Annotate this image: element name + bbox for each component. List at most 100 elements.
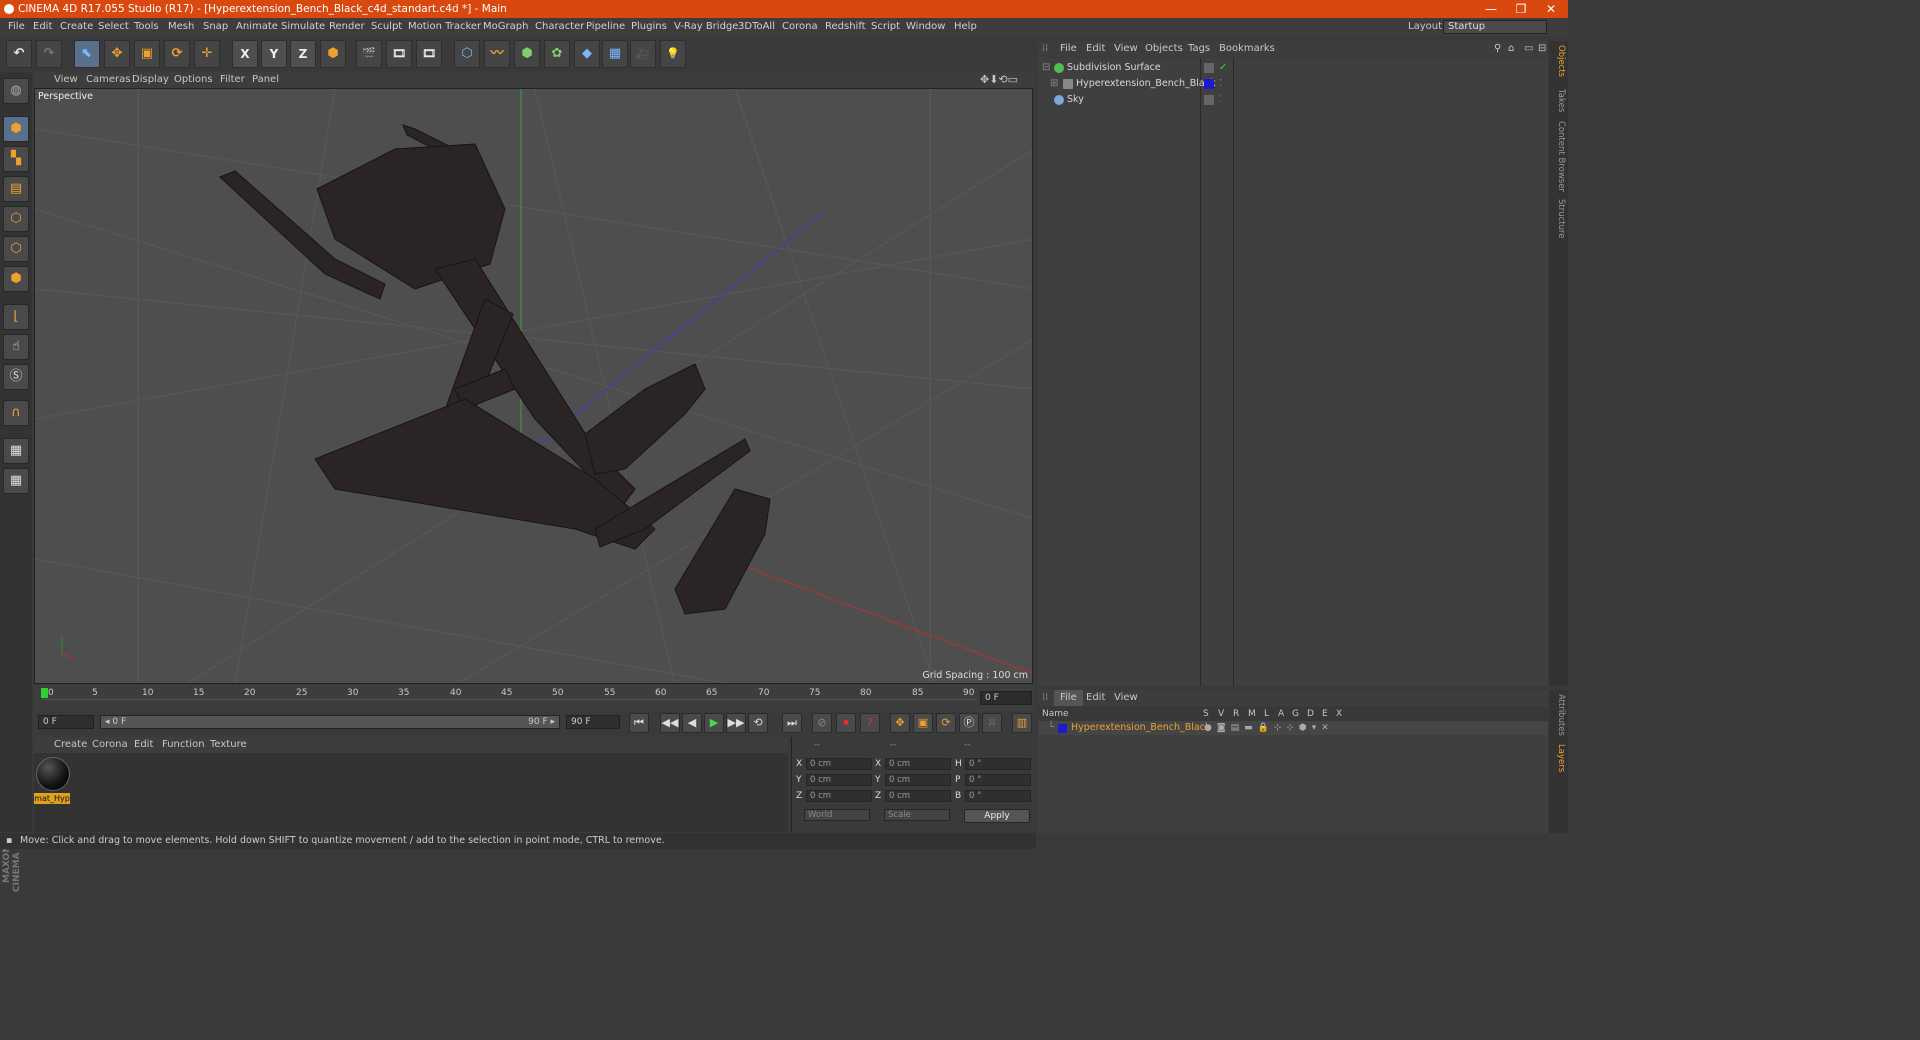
z-axis-lock-icon[interactable]: Z [290, 40, 316, 68]
viewport-navigation-icon[interactable]: ✥⬇⟲▭ [980, 72, 1018, 88]
model-mode-icon[interactable]: ⬢ [3, 116, 29, 142]
object-name[interactable]: Subdivision Surface [1067, 60, 1161, 76]
key-rotation-icon[interactable]: ⟳ [936, 713, 956, 733]
layer-tag-icon[interactable] [1204, 95, 1214, 105]
previous-frame-icon[interactable]: ◀ [682, 713, 702, 733]
planar-workplane-icon[interactable]: ▦ [3, 468, 29, 494]
rotate-tool-icon[interactable]: ⟳ [164, 40, 190, 68]
layer-col-solo[interactable]: S [1203, 707, 1209, 721]
layer-col-manager[interactable]: M [1248, 707, 1256, 721]
viewport-menu-display[interactable]: Display [132, 72, 169, 88]
coordinate-type-select[interactable]: Scale [884, 809, 950, 821]
material-name-label[interactable]: mat_Hyp [34, 793, 70, 804]
layout-select[interactable]: Startup [1443, 20, 1547, 34]
rotation-h-field[interactable]: 0 ° [965, 758, 1031, 770]
menu-snap[interactable]: Snap [203, 18, 228, 36]
objects-menu-bookmarks[interactable]: Bookmarks [1219, 41, 1275, 57]
home-icon[interactable]: ⌂ [1508, 41, 1514, 57]
timeline-window-icon[interactable]: ▥ [1012, 713, 1032, 733]
objects-menu-edit[interactable]: Edit [1086, 41, 1105, 57]
layers-menu-edit[interactable]: Edit [1086, 690, 1105, 706]
restore-button[interactable]: ❐ [1506, 0, 1536, 18]
light-icon[interactable]: 💡 [660, 40, 686, 68]
axis-mode-icon[interactable]: ⌊ [3, 304, 29, 330]
texture-mode-icon[interactable]: ▚ [3, 146, 29, 172]
layer-tag-icon[interactable] [1204, 63, 1214, 73]
current-frame-field[interactable]: 0 F [980, 691, 1032, 705]
start-frame-field[interactable]: 0 F [38, 715, 94, 729]
collapse-icon[interactable]: ⊟ [1042, 60, 1050, 76]
layer-col-locked[interactable]: L [1264, 707, 1269, 721]
apply-button[interactable]: Apply [964, 809, 1030, 823]
expand-panel-icon[interactable]: ⊟ [1538, 41, 1546, 57]
menu-render[interactable]: Render [329, 18, 365, 36]
menu-create[interactable]: Create [60, 18, 93, 36]
search-icon[interactable]: ⚲ [1494, 41, 1501, 57]
key-position-icon[interactable]: ✥ [890, 713, 910, 733]
viewport-menu-options[interactable]: Options [174, 72, 213, 88]
viewport-menu-filter[interactable]: Filter [220, 72, 245, 88]
polygons-mode-icon[interactable]: ⬢ [3, 266, 29, 292]
key-pla-icon[interactable]: ⁙ [982, 713, 1002, 733]
record-keyframe-icon[interactable]: ⊘ [812, 713, 832, 733]
menu-tools[interactable]: Tools [134, 18, 159, 36]
end-frame-field[interactable]: 90 F [566, 715, 620, 729]
go-to-start-icon[interactable]: ⏮ [629, 713, 649, 733]
objects-menu-tags[interactable]: Tags [1188, 41, 1210, 57]
position-y-field[interactable]: 0 cm [806, 774, 872, 786]
layer-color-icon[interactable] [1204, 79, 1214, 89]
material-menu-corona[interactable]: Corona [92, 737, 128, 753]
edges-mode-icon[interactable]: ⬡ [3, 236, 29, 262]
autokey-icon[interactable]: ⏺ [836, 713, 856, 733]
tweak-mode-icon[interactable]: ☝ [3, 334, 29, 360]
render-view-icon[interactable]: 🎬 [356, 40, 382, 68]
make-editable-icon[interactable]: ◍ [3, 78, 29, 104]
frame-range-slider[interactable]: ◂ 0 F 90 F ▸ [100, 715, 560, 729]
menu-file[interactable]: File [8, 18, 25, 36]
menu-mesh[interactable]: Mesh [168, 18, 194, 36]
material-menu-edit[interactable]: Edit [134, 737, 153, 753]
spline-pen-icon[interactable]: 〰 [484, 40, 510, 68]
enabled-check-icon[interactable]: ✓ [1219, 60, 1227, 76]
layer-col-render[interactable]: R [1233, 707, 1239, 721]
live-selection-icon[interactable]: ⬉ [74, 40, 100, 68]
object-row-subdivision-surface[interactable]: ⊟ Subdivision Surface ✓ [1038, 60, 1548, 76]
viewport-menu-view[interactable]: View [54, 72, 78, 88]
viewport-menu-panel[interactable]: Panel [252, 72, 279, 88]
menu-corona[interactable]: Corona [782, 18, 818, 36]
render-picture-viewer-icon[interactable]: 🎞 [386, 40, 412, 68]
menu-character[interactable]: Character [535, 18, 584, 36]
timeline-ruler[interactable]: 0 5 10 15 20 25 30 35 40 45 50 55 60 65 … [34, 685, 1034, 712]
menu-simulate[interactable]: Simulate [281, 18, 325, 36]
redo-icon[interactable]: ↷ [36, 40, 62, 68]
floor-scene-icon[interactable]: ▦ [602, 40, 628, 68]
menu-help[interactable]: Help [954, 18, 977, 36]
menu-mograph[interactable]: MoGraph [483, 18, 528, 36]
layer-col-deformers[interactable]: D [1307, 707, 1314, 721]
menu-pipeline[interactable]: Pipeline [586, 18, 625, 36]
tab-attributes[interactable]: Attributes [1551, 694, 1566, 736]
coordinate-system-icon[interactable]: ⬢ [320, 40, 346, 68]
solo-mode-icon[interactable]: Ⓢ [3, 364, 29, 390]
move-tool-icon[interactable]: ✥ [104, 40, 130, 68]
size-y-field[interactable]: 0 cm [885, 774, 951, 786]
tab-takes[interactable]: Takes [1551, 89, 1566, 112]
camera-icon[interactable]: 🎥 [630, 40, 656, 68]
tab-objects[interactable]: Objects [1551, 45, 1566, 77]
menu-sculpt[interactable]: Sculpt [371, 18, 402, 36]
subdivision-generator-icon[interactable]: ⬢ [514, 40, 540, 68]
expand-icon[interactable]: ⊞ [1050, 76, 1058, 92]
deformer-icon[interactable]: ◆ [574, 40, 600, 68]
menu-redshift[interactable]: Redshift [825, 18, 866, 36]
position-x-field[interactable]: 0 cm [806, 758, 872, 770]
tab-structure[interactable]: Structure [1551, 199, 1566, 239]
layer-toggles-icon[interactable]: ●◙▤▬🔒⊹⊹⬢▾✕ [1204, 721, 1334, 735]
object-name[interactable]: Sky [1067, 92, 1084, 108]
visibility-dots-icon[interactable]: ⁚ [1219, 92, 1222, 108]
y-axis-lock-icon[interactable]: Y [261, 40, 287, 68]
material-menu-texture[interactable]: Texture [210, 737, 247, 753]
size-x-field[interactable]: 0 cm [885, 758, 951, 770]
layers-menu-view[interactable]: View [1114, 690, 1138, 706]
keyframe-selection-icon[interactable]: ? [860, 713, 880, 733]
tab-layers[interactable]: Layers [1551, 744, 1566, 772]
